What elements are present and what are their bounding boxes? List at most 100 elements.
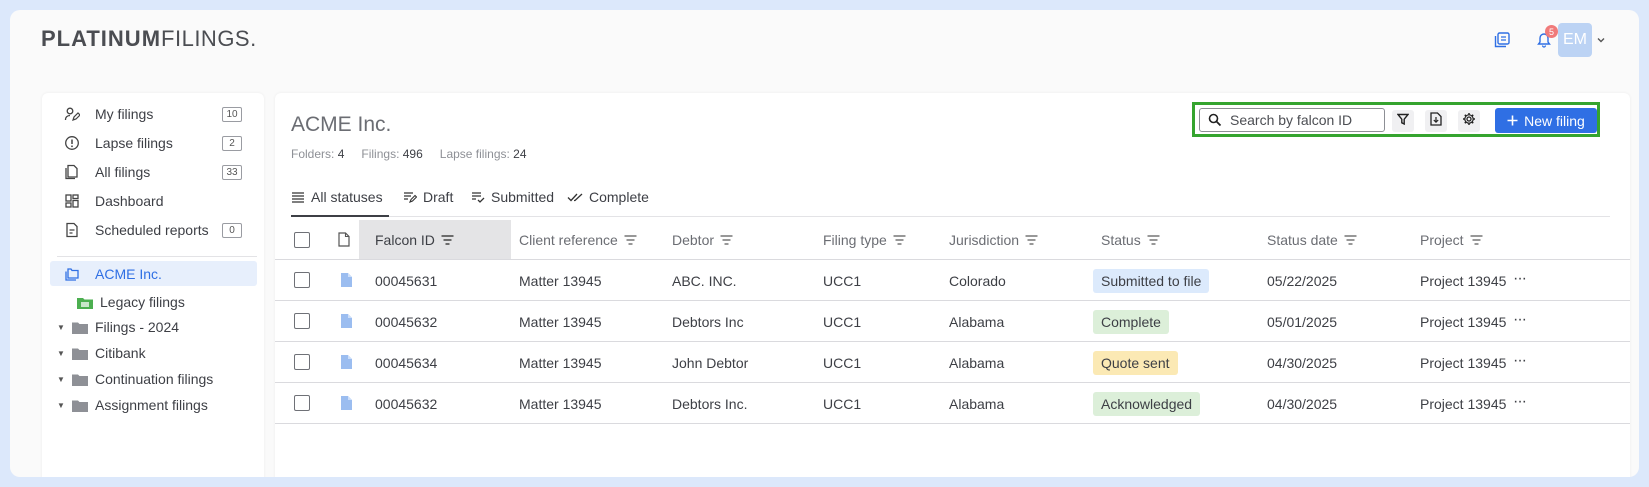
status-badge: Acknowledged [1093,392,1201,416]
sidebar-folder-citibank[interactable]: ▼ Citibank [42,341,264,365]
column-header-status-date[interactable]: Status date [1267,232,1357,248]
column-header-filing-type[interactable]: Filing type [823,232,906,248]
cell-project: Project 13945 [1420,273,1507,289]
new-filing-button[interactable]: New filing [1495,108,1597,133]
user-edit-icon [64,106,80,122]
cell-filing-type: UCC1 [823,396,862,412]
sidebar-item-label: Scheduled reports [95,222,209,238]
sidebar-folder-label: Assignment filings [95,397,208,413]
tab-submitted[interactable]: Submitted [471,184,554,210]
file-icon [338,232,350,252]
sidebar-folder-legacy[interactable]: Legacy filings [42,290,264,314]
tab-active-indicator [291,215,389,217]
alert-circle-icon [64,135,80,151]
tab-draft[interactable]: Draft [403,184,453,210]
folder-icon [72,373,88,386]
sort-icon [1344,235,1357,245]
search-box[interactable] [1199,108,1385,132]
more-options-icon[interactable]: ··· [1513,311,1527,329]
tab-complete[interactable]: Complete [567,184,649,210]
table-row[interactable]: 00045632 Matter 13945 Debtors Inc UCC1 A… [275,301,1630,342]
cell-client-reference: Matter 13945 [519,355,602,371]
column-header-project[interactable]: Project [1420,232,1483,248]
sort-icon [893,235,906,245]
sidebar-item-label: Dashboard [95,193,164,209]
cell-debtor: ABC. INC. [672,273,737,289]
cell-falcon-id[interactable]: 00045631 [375,273,437,289]
user-avatar[interactable]: EM [1558,23,1592,57]
draft-icon [403,191,417,203]
sidebar-folder-label: Citibank [95,345,146,361]
caret-down-icon[interactable]: ▼ [57,401,65,410]
export-button[interactable] [1425,110,1447,132]
column-header-jurisdiction[interactable]: Jurisdiction [949,232,1038,248]
chevron-down-icon[interactable] [1596,32,1606,50]
table-row[interactable]: 00045631 Matter 13945 ABC. INC. UCC1 Col… [275,260,1630,301]
tab-all-statuses[interactable]: All statuses [291,184,383,210]
caret-down-icon[interactable]: ▼ [57,375,65,384]
row-checkbox[interactable] [294,313,310,329]
stat-filings: Filings: 496 [361,147,423,161]
sidebar-item-my-filings[interactable]: My filings 10 [42,100,264,128]
cell-status-date: 04/30/2025 [1267,396,1338,412]
sort-icon [720,235,733,245]
row-checkbox[interactable] [294,395,310,411]
caret-down-icon[interactable]: ▼ [57,349,65,358]
settings-button[interactable] [1458,110,1480,132]
sort-icon [441,235,454,245]
count-badge: 0 [222,222,242,238]
caret-down-icon[interactable]: ▼ [57,323,65,332]
sort-icon [1470,235,1483,245]
folder-stack-icon [64,266,80,282]
sidebar-item-label: Lapse filings [95,135,173,151]
cell-jurisdiction: Alabama [949,355,1005,371]
sidebar-folder-assignment[interactable]: ▼ Assignment filings [42,393,264,417]
column-header-falcon-id[interactable]: Falcon ID [375,232,454,248]
sidebar-item-scheduled-reports[interactable]: Scheduled reports 0 [42,216,264,244]
cell-falcon-id[interactable]: 00045632 [375,396,437,412]
column-header-status[interactable]: Status [1101,232,1160,248]
more-options-icon[interactable]: ··· [1513,270,1527,288]
count-badge: 33 [222,164,242,180]
sidebar-folder-acme[interactable]: ACME Inc. [42,262,264,286]
cell-project: Project 13945 [1420,355,1507,371]
folder-stats: Folders: 4 Filings: 496 Lapse filings: 2… [291,147,527,161]
sidebar: My filings 10 Lapse filings 2 All filing… [42,93,264,477]
select-all-checkbox[interactable] [294,232,310,248]
cell-debtor: Debtors Inc [672,314,744,330]
cell-project: Project 13945 [1420,396,1507,412]
sidebar-item-all-filings[interactable]: All filings 33 [42,158,264,186]
sidebar-folder-continuation[interactable]: ▼ Continuation filings [42,367,264,391]
stat-folders: Folders: 4 [291,147,345,161]
table-row[interactable]: 00045634 Matter 13945 John Debtor UCC1 A… [275,342,1630,383]
column-header-debtor[interactable]: Debtor [672,232,733,248]
double-check-icon [567,191,583,203]
sidebar-item-lapse-filings[interactable]: Lapse filings 2 [42,129,264,157]
folder-icon [72,321,88,334]
cell-falcon-id[interactable]: 00045632 [375,314,437,330]
sidebar-item-dashboard[interactable]: Dashboard [42,187,264,215]
status-badge: Submitted to file [1093,269,1210,293]
cell-jurisdiction: Colorado [949,273,1006,289]
column-header-client-reference[interactable]: Client reference [519,232,637,248]
cell-status-date: 04/30/2025 [1267,355,1338,371]
row-checkbox[interactable] [294,272,310,288]
row-checkbox[interactable] [294,354,310,370]
cell-jurisdiction: Alabama [949,314,1005,330]
sidebar-folder-filings-2024[interactable]: ▼ Filings - 2024 [42,315,264,339]
gear-icon [1462,112,1476,131]
search-input[interactable] [1230,111,1380,129]
copy-window-icon[interactable] [1490,28,1514,52]
more-options-icon[interactable]: ··· [1513,352,1527,370]
folder-icon [72,399,88,412]
cell-debtor: John Debtor [672,355,749,371]
notification-bell-icon[interactable]: 5 [1532,25,1558,52]
sidebar-folder-label: Filings - 2024 [95,319,180,335]
cell-falcon-id[interactable]: 00045634 [375,355,437,371]
cell-filing-type: UCC1 [823,355,862,371]
sort-icon [1147,235,1160,245]
document-icon [341,355,352,374]
more-options-icon[interactable]: ··· [1513,393,1527,411]
filter-button[interactable] [1392,110,1414,132]
table-row[interactable]: 00045632 Matter 13945 Debtors Inc. UCC1 … [275,383,1630,424]
